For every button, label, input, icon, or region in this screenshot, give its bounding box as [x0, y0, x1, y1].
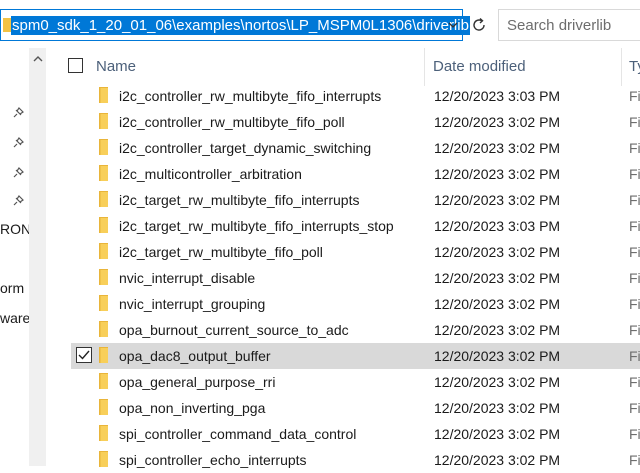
- folder-icon: [99, 451, 108, 467]
- column-date-modified[interactable]: Date modified: [433, 58, 526, 75]
- folder-icon: [99, 373, 108, 389]
- file-type: Fi: [629, 218, 640, 234]
- address-bar[interactable]: spm0_sdk_1_20_01_06\examples\nortos\LP_M…: [0, 9, 470, 41]
- column-divider[interactable]: [424, 48, 425, 86]
- file-date-modified: 12/20/2023 3:02 PM: [434, 244, 561, 260]
- nav-scrollbar[interactable]: [29, 48, 46, 466]
- nav-item[interactable]: RON: [0, 221, 31, 237]
- chevron-down-icon[interactable]: [443, 10, 463, 40]
- select-all-checkbox[interactable]: [68, 58, 83, 73]
- folder-icon: [99, 321, 108, 337]
- folder-icon: [99, 217, 108, 233]
- file-row[interactable]: i2c_target_rw_multibyte_fifo_interrupts 1…: [58, 187, 640, 213]
- file-type: Fi: [629, 322, 640, 338]
- pin-icon[interactable]: [11, 106, 25, 120]
- file-type: Fi: [629, 166, 640, 182]
- file-date-modified: 12/20/2023 3:02 PM: [434, 374, 561, 390]
- file-date-modified: 12/20/2023 3:03 PM: [434, 218, 561, 234]
- file-row[interactable]: nvic_interrupt_grouping 12/20/2023 3:02 P…: [58, 291, 640, 317]
- file-type: Fi: [629, 270, 640, 286]
- file-name[interactable]: nvic_interrupt_grouping: [119, 296, 265, 312]
- file-name[interactable]: opa_burnout_current_source_to_adc: [119, 322, 349, 338]
- file-type: Fi: [629, 114, 640, 130]
- file-date-modified: 12/20/2023 3:02 PM: [434, 426, 561, 442]
- file-type: Fi: [629, 374, 640, 390]
- folder-icon: [3, 18, 11, 32]
- file-row[interactable]: opa_general_purpose_rri 12/20/2023 3:02 P…: [58, 369, 640, 395]
- address-path[interactable]: spm0_sdk_1_20_01_06\examples\nortos\LP_M…: [11, 16, 470, 35]
- file-type: Fi: [629, 244, 640, 260]
- search-input[interactable]: Search driverlib: [498, 9, 640, 41]
- pin-icon[interactable]: [11, 166, 25, 180]
- file-row[interactable]: spi_controller_echo_interrupts 12/20/2023…: [58, 447, 640, 473]
- folder-icon: [99, 191, 108, 207]
- file-type: Fi: [629, 348, 640, 364]
- file-type: Fi: [629, 140, 640, 156]
- folder-icon: [99, 347, 108, 363]
- pin-icon[interactable]: [11, 136, 25, 150]
- file-name[interactable]: opa_general_purpose_rri: [119, 374, 275, 390]
- file-date-modified: 12/20/2023 3:02 PM: [434, 296, 561, 312]
- file-name[interactable]: opa_non_inverting_pga: [119, 400, 265, 416]
- file-date-modified: 12/20/2023 3:02 PM: [434, 322, 561, 338]
- folder-icon: [99, 113, 108, 129]
- file-row[interactable]: i2c_controller_target_dynamic_switching 1…: [58, 135, 640, 161]
- row-checkbox[interactable]: [76, 347, 92, 363]
- search-placeholder: Search driverlib: [507, 17, 612, 34]
- file-row[interactable]: i2c_controller_rw_multibyte_fifo_interru…: [58, 83, 640, 109]
- folder-icon: [99, 425, 108, 441]
- file-type: Fi: [629, 88, 640, 104]
- file-name[interactable]: i2c_target_rw_multibyte_fifo_interrupts: [119, 192, 359, 208]
- column-divider[interactable]: [621, 48, 622, 86]
- refresh-icon[interactable]: [466, 11, 492, 39]
- file-name[interactable]: i2c_target_rw_multibyte_fifo_interrupts_…: [119, 218, 394, 234]
- file-date-modified: 12/20/2023 3:02 PM: [434, 140, 561, 156]
- file-name[interactable]: nvic_interrupt_disable: [119, 270, 255, 286]
- file-row[interactable]: opa_burnout_current_source_to_adc 12/20/2…: [58, 317, 640, 343]
- file-row[interactable]: i2c_multicontroller_arbitration 12/20/202…: [58, 161, 640, 187]
- folder-icon: [99, 139, 108, 155]
- file-row[interactable]: i2c_target_rw_multibyte_fifo_poll 12/20/2…: [58, 239, 640, 265]
- file-name[interactable]: i2c_controller_rw_multibyte_fifo_poll: [119, 114, 345, 130]
- nav-item[interactable]: ware: [0, 310, 30, 326]
- folder-icon: [99, 243, 108, 259]
- file-row[interactable]: spi_controller_command_data_control 12/20…: [58, 421, 640, 447]
- file-row[interactable]: i2c_controller_rw_multibyte_fifo_poll 12/…: [58, 109, 640, 135]
- file-row[interactable]: i2c_target_rw_multibyte_fifo_interrupts_…: [58, 213, 640, 239]
- file-type: Fi: [629, 296, 640, 312]
- folder-icon: [99, 165, 108, 181]
- column-name[interactable]: Name: [96, 58, 136, 75]
- pin-icon[interactable]: [11, 194, 25, 208]
- file-type: Fi: [629, 426, 640, 442]
- folder-icon: [99, 87, 108, 103]
- file-type: Fi: [629, 400, 640, 416]
- file-type: Fi: [629, 192, 640, 208]
- scroll-up-icon[interactable]: [29, 50, 46, 67]
- column-type[interactable]: Ty: [629, 58, 640, 75]
- file-date-modified: 12/20/2023 3:02 PM: [434, 114, 561, 130]
- file-name[interactable]: i2c_target_rw_multibyte_fifo_poll: [119, 244, 323, 260]
- nav-item[interactable]: orm: [0, 280, 24, 296]
- folder-icon: [99, 269, 108, 285]
- column-header: Name Date modified Ty: [58, 48, 640, 86]
- file-date-modified: 12/20/2023 3:03 PM: [434, 88, 561, 104]
- file-date-modified: 12/20/2023 3:02 PM: [434, 192, 561, 208]
- folder-icon: [99, 399, 108, 415]
- file-name[interactable]: opa_dac8_output_buffer: [119, 348, 271, 364]
- folder-icon: [99, 295, 108, 311]
- file-date-modified: 12/20/2023 3:02 PM: [434, 166, 561, 182]
- file-name[interactable]: i2c_controller_rw_multibyte_fifo_interru…: [119, 88, 381, 104]
- file-row[interactable]: opa_dac8_output_buffer 12/20/2023 3:02 PM…: [71, 343, 640, 369]
- file-row[interactable]: nvic_interrupt_disable 12/20/2023 3:02 PM…: [58, 265, 640, 291]
- file-date-modified: 12/20/2023 3:02 PM: [434, 400, 561, 416]
- file-name[interactable]: spi_controller_command_data_control: [119, 426, 356, 442]
- file-date-modified: 12/20/2023 3:02 PM: [434, 348, 561, 364]
- file-row[interactable]: opa_non_inverting_pga 12/20/2023 3:02 PM F…: [58, 395, 640, 421]
- file-name[interactable]: i2c_multicontroller_arbitration: [119, 166, 302, 182]
- file-name[interactable]: i2c_controller_target_dynamic_switching: [119, 140, 371, 156]
- file-date-modified: 12/20/2023 3:02 PM: [434, 270, 561, 286]
